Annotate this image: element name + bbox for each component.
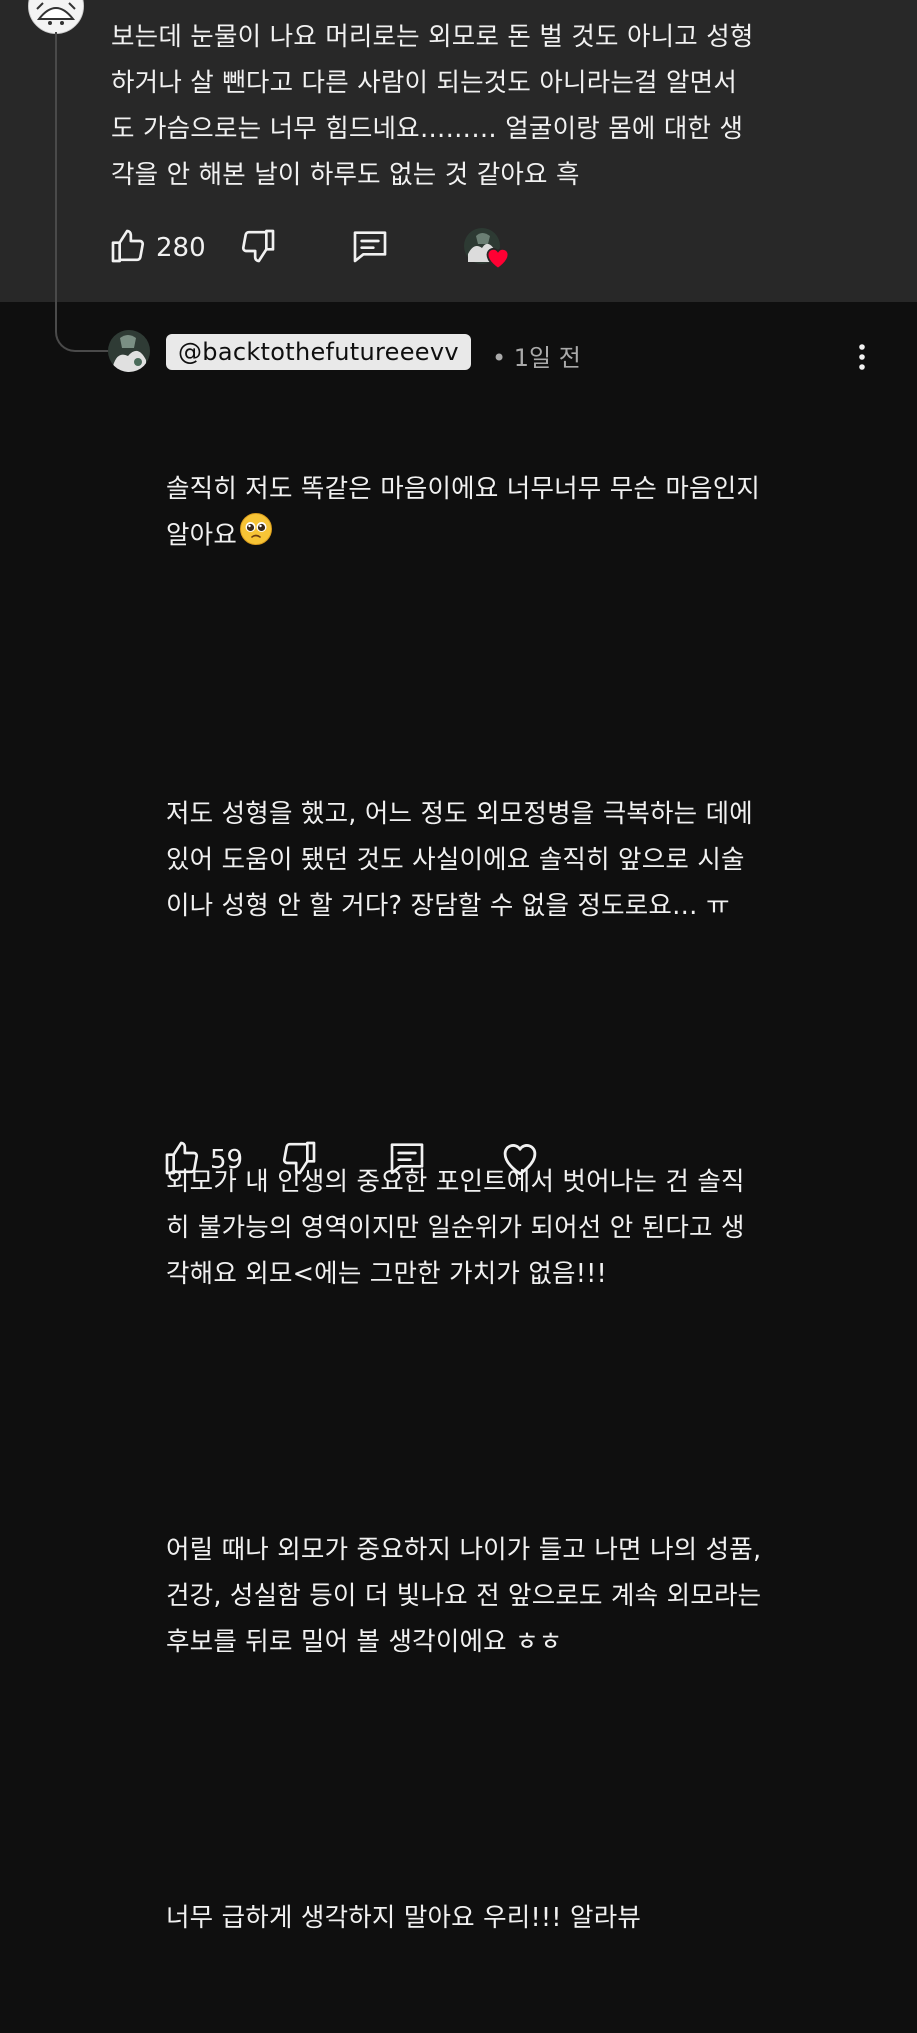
avatar-photo-icon bbox=[108, 330, 150, 372]
reply-author-handle-text: @backtothefutureeevv bbox=[178, 338, 459, 366]
heart-icon[interactable] bbox=[499, 1138, 541, 1182]
parent-action-bar: 280 bbox=[108, 226, 512, 270]
reply-paragraph: 솔직히 저도 똑같은 마음이에요 너무너무 무슨 마음인지 알아요 bbox=[166, 466, 886, 561]
comments-page: 보는데 눈물이 나요 머리로는 외모로 돈 벌 것도 아니고 성형 하거나 살 … bbox=[0, 0, 917, 1933]
parent-avatar[interactable] bbox=[28, 0, 84, 34]
thumbs-up-icon[interactable] bbox=[108, 226, 148, 270]
reply-avatar[interactable] bbox=[108, 330, 150, 372]
reply-timestamp: • 1일 전 bbox=[492, 344, 581, 372]
avatar-illustration-icon bbox=[29, 0, 83, 33]
thumbs-down-icon[interactable] bbox=[279, 1138, 319, 1182]
pleading-face-emoji bbox=[239, 512, 273, 561]
more-vert-icon[interactable] bbox=[852, 342, 872, 372]
comment-icon[interactable] bbox=[387, 1138, 427, 1182]
thumbs-up-icon[interactable] bbox=[162, 1138, 202, 1182]
thumbs-down-icon[interactable] bbox=[238, 226, 278, 270]
parent-comment-text: 보는데 눈물이 나요 머리로는 외모로 돈 벌 것도 아니고 성형 하거나 살 … bbox=[111, 22, 754, 190]
reply-like-count: 59 bbox=[210, 1145, 244, 1175]
comment-icon[interactable] bbox=[350, 226, 390, 270]
reply-paragraph: 너무 급하게 생각하지 말아요 우리!!! 알라뷰 bbox=[166, 1903, 642, 1933]
thread-connector bbox=[55, 32, 109, 352]
parent-like-count: 280 bbox=[156, 233, 206, 263]
reply-text: 솔직히 저도 똑같은 마음이에요 너무너무 무슨 마음인지 알아요 저도 성형을… bbox=[166, 374, 886, 2033]
creator-heart-badge bbox=[462, 226, 512, 270]
parent-comment: 보는데 눈물이 나요 머리로는 외모로 돈 벌 것도 아니고 성형 하거나 살 … bbox=[0, 0, 917, 302]
reply-author-handle[interactable]: @backtothefutureeevv bbox=[166, 334, 471, 370]
reply-paragraph: 저도 성형을 했고, 어느 정도 외모정병을 극복하는 데에 있어 도움이 됐던… bbox=[166, 799, 753, 921]
heart-icon bbox=[486, 247, 510, 270]
reply-action-bar: 59 bbox=[162, 1138, 541, 1182]
reply-paragraph: 어릴 때나 외모가 중요하지 나이가 들고 나면 나의 성품, 건강, 성실함 … bbox=[166, 1535, 762, 1657]
